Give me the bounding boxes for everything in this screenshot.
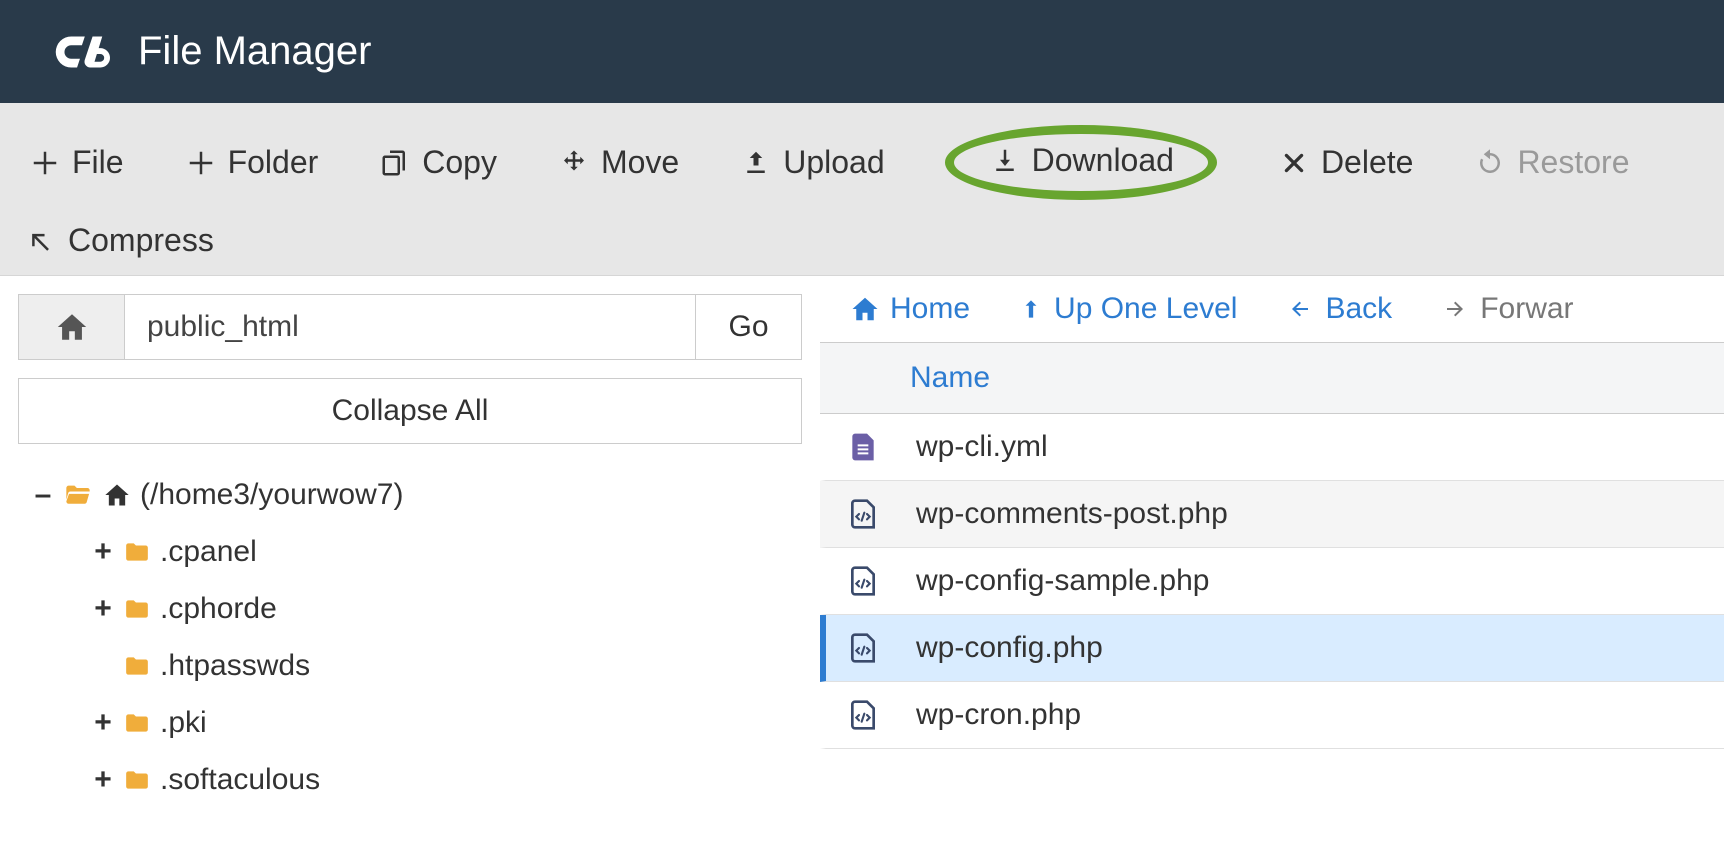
folder-open-icon	[62, 481, 94, 509]
page-title: File Manager	[138, 29, 371, 74]
close-icon	[1277, 146, 1311, 180]
cpanel-logo-icon	[48, 32, 110, 72]
header: File Manager	[0, 0, 1724, 103]
tree-item[interactable]: + .cpanel	[92, 523, 802, 580]
folder-icon	[122, 596, 152, 622]
file-label: File	[72, 144, 124, 181]
file-row[interactable]: wp-config.php	[820, 615, 1724, 682]
tree-toggle[interactable]: –	[32, 466, 54, 523]
document-file-icon	[846, 426, 880, 468]
nav-back[interactable]: Back	[1285, 292, 1392, 326]
tree-item-label: .htpasswds	[160, 637, 310, 694]
folder-icon	[122, 539, 152, 565]
nav-forward-label: Forwar	[1480, 292, 1573, 326]
tree-item-label: .softaculous	[160, 751, 320, 808]
tree-toggle[interactable]: +	[92, 694, 114, 751]
nav-up[interactable]: Up One Level	[1018, 292, 1237, 326]
tree-item-label: .cphorde	[160, 580, 277, 637]
download-label: Download	[1032, 142, 1174, 179]
copy-icon	[378, 146, 412, 180]
upload-button[interactable]: Upload	[739, 144, 884, 181]
nav-up-label: Up One Level	[1054, 292, 1237, 326]
path-input[interactable]	[125, 295, 695, 359]
tree-root[interactable]: – (/home3/yourwow7)	[32, 466, 802, 523]
compress-label: Compress	[68, 222, 214, 259]
tree-root-label: (/home3/yourwow7)	[140, 466, 403, 523]
file-name: wp-config-sample.php	[916, 564, 1209, 598]
code-file-icon	[846, 493, 880, 535]
upload-label: Upload	[783, 144, 884, 181]
file-name: wp-cron.php	[916, 698, 1081, 732]
home-icon	[55, 310, 89, 344]
left-arrow-icon	[1285, 297, 1315, 321]
toolbar: File Folder Copy Move Upload Download De…	[0, 103, 1724, 276]
tree-item[interactable]: + .cphorde	[92, 580, 802, 637]
delete-button[interactable]: Delete	[1277, 144, 1414, 181]
folder-icon	[122, 710, 152, 736]
file-row[interactable]: wp-config-sample.php	[820, 548, 1724, 615]
copy-label: Copy	[422, 144, 497, 181]
move-button[interactable]: Move	[557, 144, 679, 181]
delete-label: Delete	[1321, 144, 1414, 181]
file-name: wp-cli.yml	[916, 430, 1048, 464]
code-file-icon	[846, 627, 880, 669]
file-name: wp-config.php	[916, 631, 1103, 665]
file-row[interactable]: wp-cron.php	[820, 682, 1724, 749]
path-home-button[interactable]	[19, 295, 125, 359]
nav-home-label: Home	[890, 292, 970, 326]
tree-item[interactable]: + .softaculous	[92, 751, 802, 808]
nav-back-label: Back	[1325, 292, 1392, 326]
right-arrow-icon	[1440, 297, 1470, 321]
tree-item-label: .pki	[160, 694, 207, 751]
go-button[interactable]: Go	[695, 295, 801, 359]
left-panel: Go Collapse All – (/home3/yourwow7) + .cp…	[0, 276, 820, 808]
plus-icon	[184, 146, 218, 180]
plus-icon	[28, 146, 62, 180]
folder-tree: – (/home3/yourwow7) + .cpanel + .cphorde.ht…	[18, 466, 802, 808]
download-icon	[988, 144, 1022, 178]
file-row[interactable]: wp-comments-post.php	[820, 481, 1724, 548]
file-table: Name wp-cli.yml wp-comments-post.php wp-co…	[820, 342, 1724, 749]
tree-item-label: .cpanel	[160, 523, 257, 580]
file-row[interactable]: wp-cli.yml	[820, 414, 1724, 481]
collapse-all-button[interactable]: Collapse All	[18, 378, 802, 444]
compress-icon	[24, 224, 58, 258]
move-icon	[557, 146, 591, 180]
restore-icon	[1473, 146, 1507, 180]
home-icon	[850, 294, 880, 324]
tree-item[interactable]: .htpasswds	[92, 637, 802, 694]
file-button[interactable]: File	[28, 144, 124, 181]
nav-forward[interactable]: Forwar	[1440, 292, 1573, 326]
folder-icon	[122, 653, 152, 679]
up-arrow-icon	[1018, 294, 1044, 324]
tree-toggle[interactable]: +	[92, 580, 114, 637]
compress-button[interactable]: Compress	[24, 222, 214, 259]
path-bar: Go	[18, 294, 802, 360]
column-header-name[interactable]: Name	[820, 343, 1724, 414]
restore-label: Restore	[1517, 144, 1629, 181]
folder-button[interactable]: Folder	[184, 144, 319, 181]
folder-icon	[122, 767, 152, 793]
nav-home[interactable]: Home	[850, 292, 970, 326]
download-button[interactable]: Download	[945, 125, 1217, 200]
home-icon	[102, 481, 132, 509]
tree-toggle[interactable]: +	[92, 751, 114, 808]
main-split: Go Collapse All – (/home3/yourwow7) + .cp…	[0, 276, 1724, 808]
copy-button[interactable]: Copy	[378, 144, 497, 181]
nav-row: Home Up One Level Back Forwar	[820, 276, 1724, 342]
move-label: Move	[601, 144, 679, 181]
file-name: wp-comments-post.php	[916, 497, 1228, 531]
restore-button[interactable]: Restore	[1473, 144, 1629, 181]
tree-item[interactable]: + .pki	[92, 694, 802, 751]
folder-label: Folder	[228, 144, 319, 181]
code-file-icon	[846, 694, 880, 736]
upload-icon	[739, 146, 773, 180]
right-panel: Home Up One Level Back Forwar Name wp-cl…	[820, 276, 1724, 808]
tree-toggle[interactable]: +	[92, 523, 114, 580]
code-file-icon	[846, 560, 880, 602]
